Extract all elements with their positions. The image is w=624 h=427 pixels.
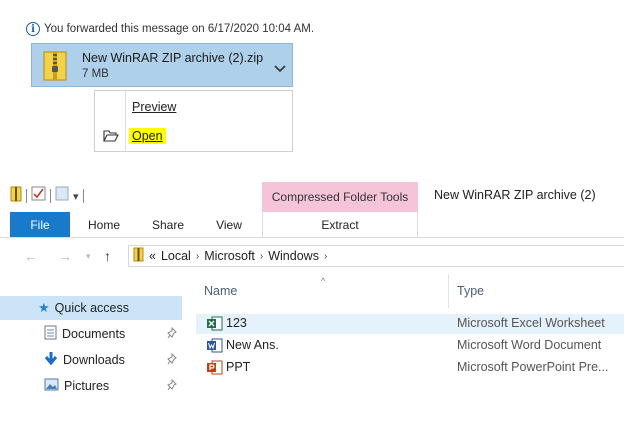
pin-icon[interactable]	[167, 378, 178, 394]
quick-access-toolbar: ▾	[10, 186, 84, 206]
attachment-context-menu: Preview Open	[94, 90, 293, 152]
breadcrumb-overflow[interactable]: «	[149, 249, 156, 263]
pin-icon[interactable]	[167, 326, 178, 342]
window-title: New WinRAR ZIP archive (2)	[434, 188, 596, 202]
excel-icon	[206, 316, 223, 334]
breadcrumb-separator-icon[interactable]: ›	[324, 251, 327, 262]
open-label: Open	[129, 128, 166, 144]
toolbar-separator	[50, 189, 51, 203]
preview-label: Preview	[132, 100, 177, 114]
sidebar-item-quick-access[interactable]: ★ Quick access	[0, 296, 182, 320]
breadcrumb-separator-icon[interactable]: ›	[260, 251, 263, 262]
file-row[interactable]: New Ans. Microsoft Word Document	[196, 336, 624, 356]
contextual-tab-group: Compressed Folder Tools	[262, 182, 418, 212]
tab-file[interactable]: File	[10, 212, 70, 237]
up-arrow-icon[interactable]: ↑	[104, 248, 111, 264]
zip-archive-icon	[40, 50, 70, 87]
properties-icon[interactable]	[31, 186, 46, 206]
column-divider[interactable]	[448, 274, 449, 308]
breadcrumb-windows[interactable]: Windows	[268, 249, 319, 263]
file-name: PPT	[226, 360, 251, 374]
sidebar-item-label: Documents	[62, 327, 126, 341]
file-type: Microsoft Excel Worksheet	[457, 316, 605, 330]
new-folder-icon[interactable]	[55, 186, 69, 206]
menu-item-preview[interactable]: Preview	[95, 95, 292, 121]
pictures-icon	[44, 378, 59, 394]
documents-icon	[44, 325, 57, 343]
chevron-down-icon[interactable]	[274, 60, 286, 78]
toolbar-separator	[82, 189, 84, 203]
sidebar-item-label: Quick access	[54, 301, 129, 315]
file-name: New Ans.	[226, 338, 279, 352]
file-row[interactable]: 123 Microsoft Excel Worksheet	[196, 314, 624, 334]
tab-extract[interactable]: Extract	[262, 212, 418, 237]
attachment-size: 7 MB	[82, 68, 109, 80]
breadcrumb-separator-icon[interactable]: ›	[196, 251, 199, 262]
column-header-type[interactable]: Type	[457, 284, 484, 298]
column-header-name[interactable]: Name	[204, 284, 237, 298]
downloads-icon	[44, 351, 58, 369]
attachment-name: New WinRAR ZIP archive (2).zip	[82, 51, 264, 65]
tab-view[interactable]: View	[206, 212, 252, 237]
file-row[interactable]: PPT Microsoft PowerPoint Pre...	[196, 358, 624, 378]
file-type: Microsoft Word Document	[457, 338, 602, 352]
file-type: Microsoft PowerPoint Pre...	[457, 360, 609, 374]
recent-locations-icon[interactable]: ▾	[86, 251, 91, 262]
sidebar-item-label: Pictures	[64, 379, 110, 393]
address-bar[interactable]: « Local › Microsoft › Windows ›	[128, 245, 624, 267]
powerpoint-icon	[206, 360, 223, 378]
file-name: 123	[226, 316, 247, 330]
info-icon: i	[26, 22, 40, 36]
breadcrumb-local[interactable]: Local	[161, 249, 191, 263]
tab-share[interactable]: Share	[144, 212, 192, 237]
forward-info-bar: i You forwarded this message on 6/17/202…	[26, 20, 314, 38]
sidebar-item-pictures[interactable]: Pictures	[0, 374, 182, 398]
attachment-card[interactable]: New WinRAR ZIP archive (2).zip 7 MB	[31, 43, 293, 87]
sidebar-item-label: Downloads	[63, 353, 125, 367]
zip-archive-icon	[10, 186, 22, 207]
zip-archive-icon	[133, 247, 144, 265]
folder-open-icon	[103, 129, 119, 145]
ribbon-tabs: File Home Share View Extract	[0, 212, 624, 238]
sidebar-item-downloads[interactable]: Downloads	[0, 348, 182, 372]
back-arrow-icon[interactable]: ←	[24, 248, 38, 264]
star-icon: ★	[38, 300, 50, 315]
file-list-header: ^ Name Type	[196, 270, 624, 310]
menu-item-open[interactable]: Open	[95, 123, 292, 149]
breadcrumb-microsoft[interactable]: Microsoft	[204, 249, 255, 263]
navigation-bar: ← → ▾ ↑ « Local › Microsoft › Windows ›	[0, 242, 624, 270]
tab-home[interactable]: Home	[80, 212, 128, 237]
navigation-pane: ★ Quick access Documents Downloads Pictu…	[0, 292, 185, 402]
toolbar-separator	[26, 189, 27, 203]
sort-ascending-icon: ^	[321, 276, 326, 286]
pin-icon[interactable]	[167, 352, 178, 368]
customize-toolbar-icon[interactable]: ▾	[73, 190, 79, 203]
forward-info-text: You forwarded this message on 6/17/2020 …	[44, 23, 315, 35]
forward-arrow-icon[interactable]: →	[58, 248, 72, 264]
word-icon	[206, 338, 223, 356]
sidebar-item-documents[interactable]: Documents	[0, 322, 182, 346]
